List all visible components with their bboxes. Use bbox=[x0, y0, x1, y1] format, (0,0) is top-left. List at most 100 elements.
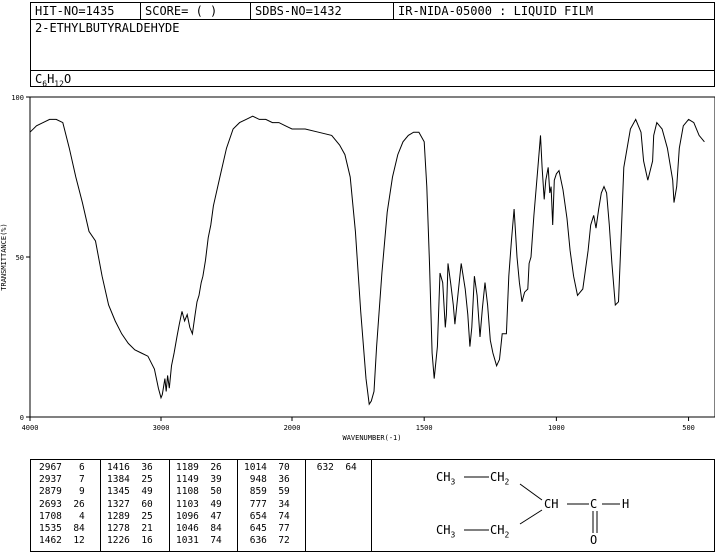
peak-row: 632 64 bbox=[311, 462, 357, 474]
peak-wavenumber: 2693 bbox=[39, 498, 62, 510]
peak-row: 1416 36 bbox=[107, 462, 153, 474]
peak-wavenumber: 654 bbox=[244, 510, 267, 522]
peak-column: 2967 6 2937 7 2879 9 2693 26 1708 4 1535 84 14… bbox=[39, 462, 85, 547]
peak-wavenumber: 1189 bbox=[176, 462, 199, 473]
peak-transmittance: 36 bbox=[129, 462, 153, 473]
peak-transmittance: 59 bbox=[266, 486, 290, 498]
peak-transmittance: 74 bbox=[266, 510, 290, 522]
x-axis: 4000 3000 2000 1500 1000 500 bbox=[22, 417, 695, 432]
peak-transmittance: 25 bbox=[129, 474, 153, 486]
peak-transmittance: 70 bbox=[266, 462, 290, 473]
peak-wavenumber: 1535 bbox=[39, 523, 62, 535]
peak-row: 2937 7 bbox=[39, 474, 85, 486]
peak-transmittance: 60 bbox=[129, 498, 153, 510]
peak-wavenumber: 859 bbox=[244, 486, 267, 498]
peak-column: 1014 70 948 36 859 59 777 34 654 74 645 … bbox=[244, 462, 290, 547]
peak-row: 1535 84 bbox=[39, 523, 85, 535]
peak-row: 1278 21 bbox=[107, 523, 153, 535]
peak-transmittance: 84 bbox=[198, 523, 222, 535]
peak-column: 1416 36 1384 25 1345 49 1327 60 1289 25 1278 … bbox=[107, 462, 153, 547]
peak-column: 1189 26 1149 39 1108 50 1103 49 1096 47 1046 … bbox=[176, 462, 222, 547]
peak-wavenumber: 1226 bbox=[107, 535, 130, 547]
peak-wavenumber: 948 bbox=[244, 474, 267, 486]
peak-wavenumber: 1103 bbox=[176, 498, 199, 510]
peak-transmittance: 49 bbox=[129, 486, 153, 498]
peak-transmittance: 77 bbox=[266, 523, 290, 535]
x-tick-label: 4000 bbox=[22, 424, 39, 432]
peak-row: 2879 9 bbox=[39, 486, 85, 498]
y-tick-label: 50 bbox=[16, 254, 24, 262]
peak-row: 2693 26 bbox=[39, 499, 85, 511]
peak-transmittance: 36 bbox=[266, 474, 290, 486]
peak-transmittance: 12 bbox=[61, 535, 85, 547]
peak-wavenumber: 1327 bbox=[107, 498, 130, 510]
column-divider bbox=[237, 460, 238, 551]
peak-transmittance: 72 bbox=[266, 535, 290, 547]
peak-row: 1046 84 bbox=[176, 523, 222, 535]
peak-row: 1096 47 bbox=[176, 511, 222, 523]
peak-row: 2967 6 bbox=[39, 462, 85, 474]
bond bbox=[519, 483, 543, 501]
x-tick-label: 3000 bbox=[153, 424, 170, 432]
column-divider bbox=[169, 460, 170, 551]
peak-wavenumber: 1031 bbox=[176, 535, 199, 547]
y-tick-label: 0 bbox=[20, 414, 24, 422]
y-axis: 0 50 100 bbox=[11, 94, 30, 422]
peak-wavenumber: 1289 bbox=[107, 510, 130, 522]
column-divider bbox=[305, 460, 306, 551]
peak-row: 636 72 bbox=[244, 535, 290, 547]
x-tick-label: 2000 bbox=[284, 424, 301, 432]
peak-transmittance: 49 bbox=[198, 498, 222, 510]
peak-row: 859 59 bbox=[244, 486, 290, 498]
peak-transmittance: 7 bbox=[61, 474, 85, 486]
structure-panel: CH3 CH2 CH C H O CH3 CH2 bbox=[372, 459, 715, 552]
peak-wavenumber: 1108 bbox=[176, 486, 199, 498]
peak-row: 1149 39 bbox=[176, 474, 222, 486]
peak-transmittance: 47 bbox=[198, 510, 222, 522]
peak-transmittance: 50 bbox=[198, 486, 222, 498]
peak-row: 1031 74 bbox=[176, 535, 222, 547]
ir-spectrum-chart: 4000 3000 2000 1500 1000 500 0 50 100 WAVENUMBE… bbox=[0, 94, 715, 442]
peak-transmittance: 6 bbox=[61, 462, 85, 473]
peak-transmittance: 39 bbox=[198, 474, 222, 486]
peak-row: 1189 26 bbox=[176, 462, 222, 474]
x-axis-label: WAVENUMBER(-1) bbox=[342, 434, 401, 442]
x-tick-label: 1000 bbox=[548, 424, 565, 432]
peak-row: 948 36 bbox=[244, 474, 290, 486]
peak-wavenumber: 636 bbox=[244, 535, 267, 547]
peak-wavenumber: 645 bbox=[244, 523, 267, 535]
x-tick-label: 1500 bbox=[416, 424, 433, 432]
peak-wavenumber: 1014 bbox=[244, 462, 267, 473]
peak-transmittance: 64 bbox=[333, 462, 357, 473]
bond-lines bbox=[464, 476, 620, 533]
peak-transmittance: 9 bbox=[61, 486, 85, 498]
peak-row: 1384 25 bbox=[107, 474, 153, 486]
peak-row: 1345 49 bbox=[107, 486, 153, 498]
peak-wavenumber: 1046 bbox=[176, 523, 199, 535]
peak-transmittance: 25 bbox=[129, 510, 153, 522]
peak-transmittance: 34 bbox=[266, 498, 290, 510]
spectrum-line bbox=[29, 115, 705, 406]
peak-row: 645 77 bbox=[244, 523, 290, 535]
peak-wavenumber: 1096 bbox=[176, 510, 199, 522]
peak-row: 1289 25 bbox=[107, 511, 153, 523]
y-axis-label: TRANSMITTANCE(%) bbox=[0, 223, 8, 290]
peak-row: 1462 12 bbox=[39, 535, 85, 547]
peak-wavenumber: 632 bbox=[311, 462, 334, 473]
peak-row: 1108 50 bbox=[176, 486, 222, 498]
peak-wavenumber: 1416 bbox=[107, 462, 130, 473]
peak-column: 632 64 bbox=[311, 462, 357, 474]
peak-wavenumber: 777 bbox=[244, 498, 267, 510]
peak-transmittance: 4 bbox=[61, 510, 85, 522]
peak-row: 1103 49 bbox=[176, 499, 222, 511]
plot-frame bbox=[29, 96, 715, 418]
peak-row: 1708 4 bbox=[39, 511, 85, 523]
peak-wavenumber: 1462 bbox=[39, 535, 62, 547]
x-tick-label: 500 bbox=[682, 424, 695, 432]
peak-wavenumber: 2879 bbox=[39, 486, 62, 498]
peak-row: 1327 60 bbox=[107, 499, 153, 511]
peak-table: 2967 6 2937 7 2879 9 2693 26 1708 4 1535 84 14… bbox=[30, 459, 372, 552]
peak-transmittance: 16 bbox=[129, 535, 153, 547]
peak-wavenumber: 1149 bbox=[176, 474, 199, 486]
peak-row: 1014 70 bbox=[244, 462, 290, 474]
